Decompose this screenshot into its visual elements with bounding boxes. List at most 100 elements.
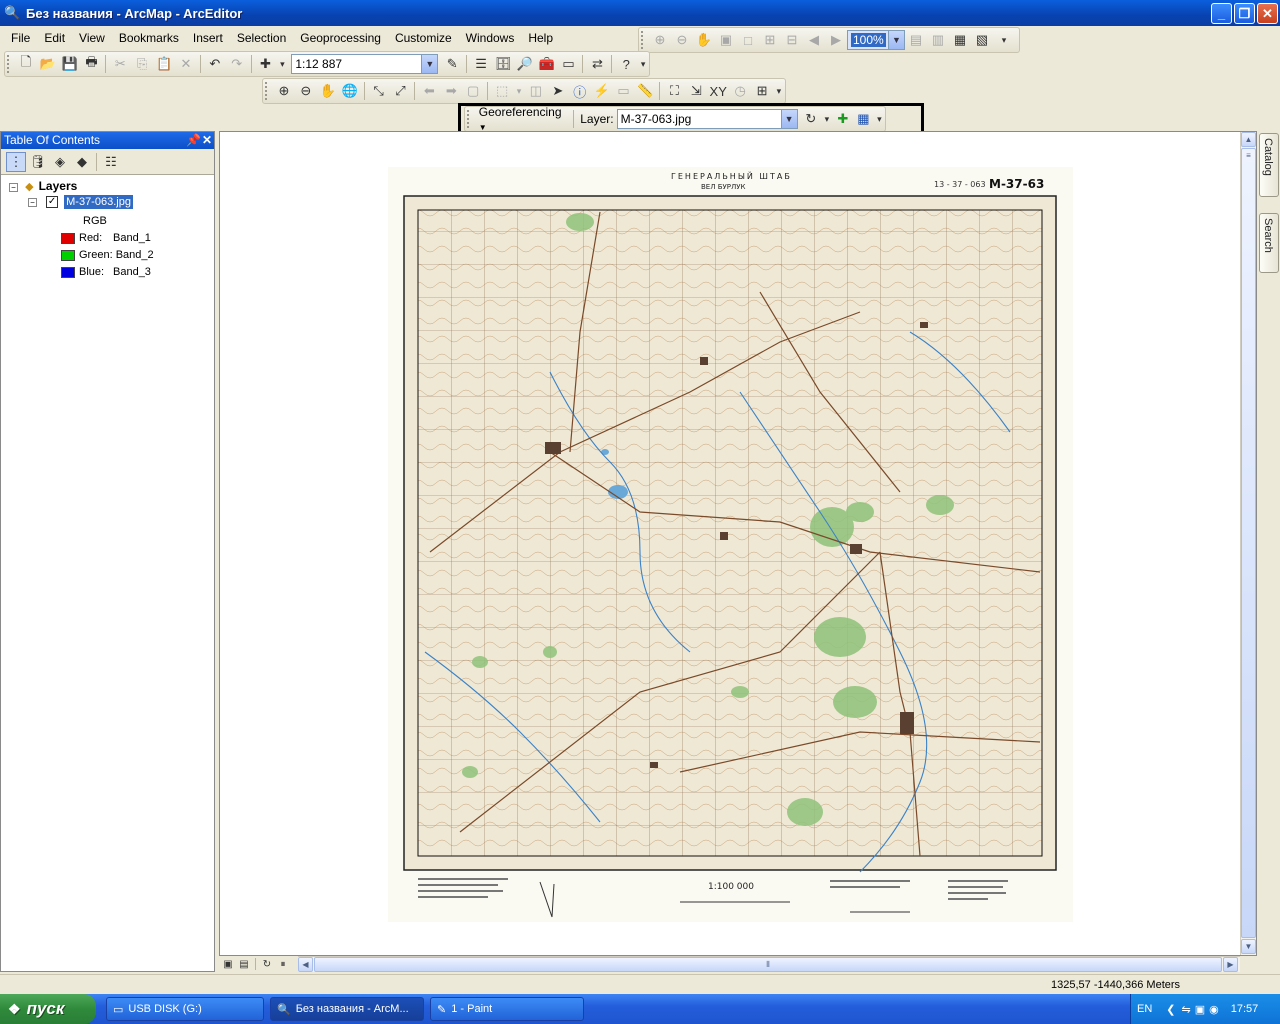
pause-drawing-icon[interactable]: ⏸ bbox=[276, 957, 290, 971]
paste-icon[interactable]: 📋 bbox=[154, 54, 174, 74]
html-popup-icon[interactable]: ▭ bbox=[614, 81, 634, 101]
fixed-zoom-in-icon[interactable]: ⤡ bbox=[369, 81, 389, 101]
map-horizontal-scrollbar[interactable]: ◀ ⦀ ▶ bbox=[298, 956, 1240, 972]
toolbar-options-icon[interactable]: ▾ bbox=[875, 109, 884, 129]
menu-customize[interactable]: Customize bbox=[388, 31, 459, 45]
scroll-left-icon[interactable]: ◀ bbox=[298, 957, 313, 972]
select-features-icon[interactable]: ⬚ bbox=[492, 81, 512, 101]
scroll-down-icon[interactable]: ▼ bbox=[1241, 939, 1256, 954]
scroll-up-icon[interactable]: ▲ bbox=[1241, 132, 1256, 147]
undo-icon[interactable]: ↶ bbox=[205, 54, 225, 74]
horizontal-scroll-thumb[interactable]: ⦀ bbox=[314, 957, 1222, 972]
zoom-in-page-icon[interactable]: ⊕ bbox=[650, 30, 670, 50]
fixed-zoom-out-icon[interactable]: ⤢ bbox=[391, 81, 411, 101]
clear-selection-icon[interactable]: ◫ bbox=[526, 81, 546, 101]
rotate-dropdown-icon[interactable]: ▾ bbox=[822, 109, 831, 129]
identify-icon[interactable]: ⓘ bbox=[570, 81, 590, 101]
time-slider-icon[interactable]: ◷ bbox=[730, 81, 750, 101]
toolbar-options-icon[interactable]: ▾ bbox=[994, 30, 1014, 50]
close-button[interactable]: ✕ bbox=[1257, 3, 1278, 24]
minimize-button[interactable]: _ bbox=[1211, 3, 1232, 24]
close-icon[interactable]: ✕ bbox=[202, 132, 212, 149]
layer-visibility-checkbox[interactable]: ✓ bbox=[46, 196, 59, 209]
pan-page-icon[interactable]: ✋ bbox=[694, 30, 714, 50]
list-by-source-icon[interactable]: 🛢 bbox=[28, 152, 48, 172]
toggle-draft-mode-icon[interactable]: ▤ bbox=[906, 30, 926, 50]
start-button[interactable]: ❖ пуск bbox=[0, 994, 96, 1024]
add-control-points-icon[interactable]: ✚ bbox=[833, 109, 852, 129]
find-route-icon[interactable]: ⇲ bbox=[686, 81, 706, 101]
task-paint[interactable]: ✎ 1 - Paint bbox=[430, 997, 584, 1021]
pin-icon[interactable]: 📌 bbox=[186, 132, 201, 149]
georeferencing-menu-button[interactable]: Georeferencing ▼ bbox=[475, 105, 571, 133]
arcmap-app-icon[interactable]: 🔍 bbox=[4, 5, 20, 21]
menu-view[interactable]: View bbox=[72, 31, 112, 45]
toc-options-icon[interactable]: ☷ bbox=[101, 152, 121, 172]
search-tab[interactable]: Search bbox=[1259, 213, 1279, 273]
copy-icon[interactable]: ⎘ bbox=[132, 54, 152, 74]
fixed-zoom-in-icon[interactable]: ⊞ bbox=[760, 30, 780, 50]
layout-view-icon[interactable]: ▤ bbox=[237, 957, 251, 971]
add-data-icon[interactable]: ✚ bbox=[256, 54, 276, 74]
menu-bookmarks[interactable]: Bookmarks bbox=[112, 31, 186, 45]
select-elements-icon[interactable]: ➤ bbox=[548, 81, 568, 101]
toolbar-grip[interactable] bbox=[641, 31, 646, 49]
full-extent-globe-icon[interactable]: 🌐 bbox=[340, 81, 360, 101]
map-vertical-scrollbar[interactable]: ▲ ≡ ▼ bbox=[1240, 132, 1256, 955]
list-by-drawing-order-icon[interactable]: ⋮ bbox=[6, 151, 26, 172]
python-window-icon[interactable]: ▭ bbox=[559, 54, 579, 74]
zoom-100-icon[interactable]: □ bbox=[738, 30, 758, 50]
create-viewer-window-icon[interactable]: ⊞ bbox=[752, 81, 772, 101]
georef-layer-select[interactable]: M-37-063.jpg ▼ bbox=[616, 109, 798, 129]
redo-icon[interactable]: ↷ bbox=[227, 54, 247, 74]
collapse-icon[interactable]: − bbox=[9, 183, 18, 192]
toolbar-grip[interactable] bbox=[467, 110, 472, 128]
menu-geoprocessing[interactable]: Geoprocessing bbox=[293, 31, 388, 45]
print-icon[interactable]: 🖶 bbox=[82, 54, 102, 74]
layers-dataframe-row[interactable]: − ◆ Layers bbox=[9, 179, 209, 193]
select-by-graphics-icon[interactable]: ▢ bbox=[463, 81, 483, 101]
scroll-right-icon[interactable]: ▶ bbox=[1223, 957, 1238, 972]
menu-insert[interactable]: Insert bbox=[186, 31, 230, 45]
catalog-tab[interactable]: Catalog bbox=[1259, 133, 1279, 197]
select-dropdown-icon[interactable]: ▾ bbox=[514, 81, 524, 101]
search-window-icon[interactable]: 🔎 bbox=[515, 54, 535, 74]
view-link-table-icon[interactable]: ▦ bbox=[854, 109, 873, 129]
pan-icon[interactable]: ✋ bbox=[318, 81, 338, 101]
toolbar-grip[interactable] bbox=[7, 55, 12, 73]
measure-icon[interactable]: 📏 bbox=[636, 81, 656, 101]
catalog-window-icon[interactable]: 🗄 bbox=[493, 54, 513, 74]
toolbar-options-icon[interactable]: ▾ bbox=[774, 81, 784, 101]
open-folder-icon[interactable]: 📂 bbox=[38, 54, 58, 74]
toolbar-options-icon[interactable]: ▾ bbox=[638, 54, 648, 74]
go-to-xy-icon[interactable]: XY bbox=[708, 81, 728, 101]
chevron-down-icon[interactable]: ▼ bbox=[780, 110, 797, 128]
toolbar-grip[interactable] bbox=[265, 82, 270, 100]
save-icon[interactable]: 💾 bbox=[60, 54, 80, 74]
task-usb-disk[interactable]: ▭ USB DISK (G:) bbox=[106, 997, 264, 1021]
chevron-down-icon[interactable]: ▼ bbox=[888, 31, 904, 49]
vertical-scroll-thumb[interactable]: ≡ bbox=[1241, 148, 1256, 938]
tray-expand-icon[interactable]: ❮ bbox=[1166, 1003, 1175, 1016]
data-view-icon[interactable]: ▣ bbox=[221, 957, 235, 971]
chevron-down-icon[interactable]: ▼ bbox=[421, 55, 438, 73]
menu-file[interactable]: File bbox=[4, 31, 37, 45]
list-by-selection-icon[interactable]: ◆ bbox=[72, 152, 92, 172]
fixed-zoom-out-icon[interactable]: ⊟ bbox=[782, 30, 802, 50]
zoom-in-icon[interactable]: ⊕ bbox=[274, 81, 294, 101]
menu-edit[interactable]: Edit bbox=[37, 31, 72, 45]
task-arcmap[interactable]: 🔍 Без названия - ArcM... bbox=[270, 997, 424, 1021]
arctoolbox-icon[interactable]: 🧰 bbox=[537, 54, 557, 74]
next-extent-page-icon[interactable]: ▶ bbox=[826, 30, 846, 50]
safely-remove-icon[interactable]: ⇋ bbox=[1182, 1003, 1191, 1016]
raster-layer-row[interactable]: − ✓ M-37-063.jpg bbox=[28, 195, 218, 209]
maximize-button[interactable]: ❐ bbox=[1234, 3, 1255, 24]
whats-this-help-icon[interactable]: ? bbox=[616, 54, 636, 74]
map-scale-select[interactable]: 1:12 887 ▼ bbox=[291, 54, 439, 74]
list-by-visibility-icon[interactable]: ◈ bbox=[50, 152, 70, 172]
language-indicator[interactable]: EN bbox=[1137, 1003, 1152, 1015]
layer-name[interactable]: M-37-063.jpg bbox=[64, 195, 133, 209]
map-display[interactable]: ГЕНЕРАЛЬНЫЙ ШТАБ ВЕЛ БУРЛУК 13 - 37 - 06… bbox=[219, 131, 1257, 956]
next-extent-icon[interactable]: ➡ bbox=[441, 81, 461, 101]
cut-icon[interactable]: ✂ bbox=[110, 54, 130, 74]
